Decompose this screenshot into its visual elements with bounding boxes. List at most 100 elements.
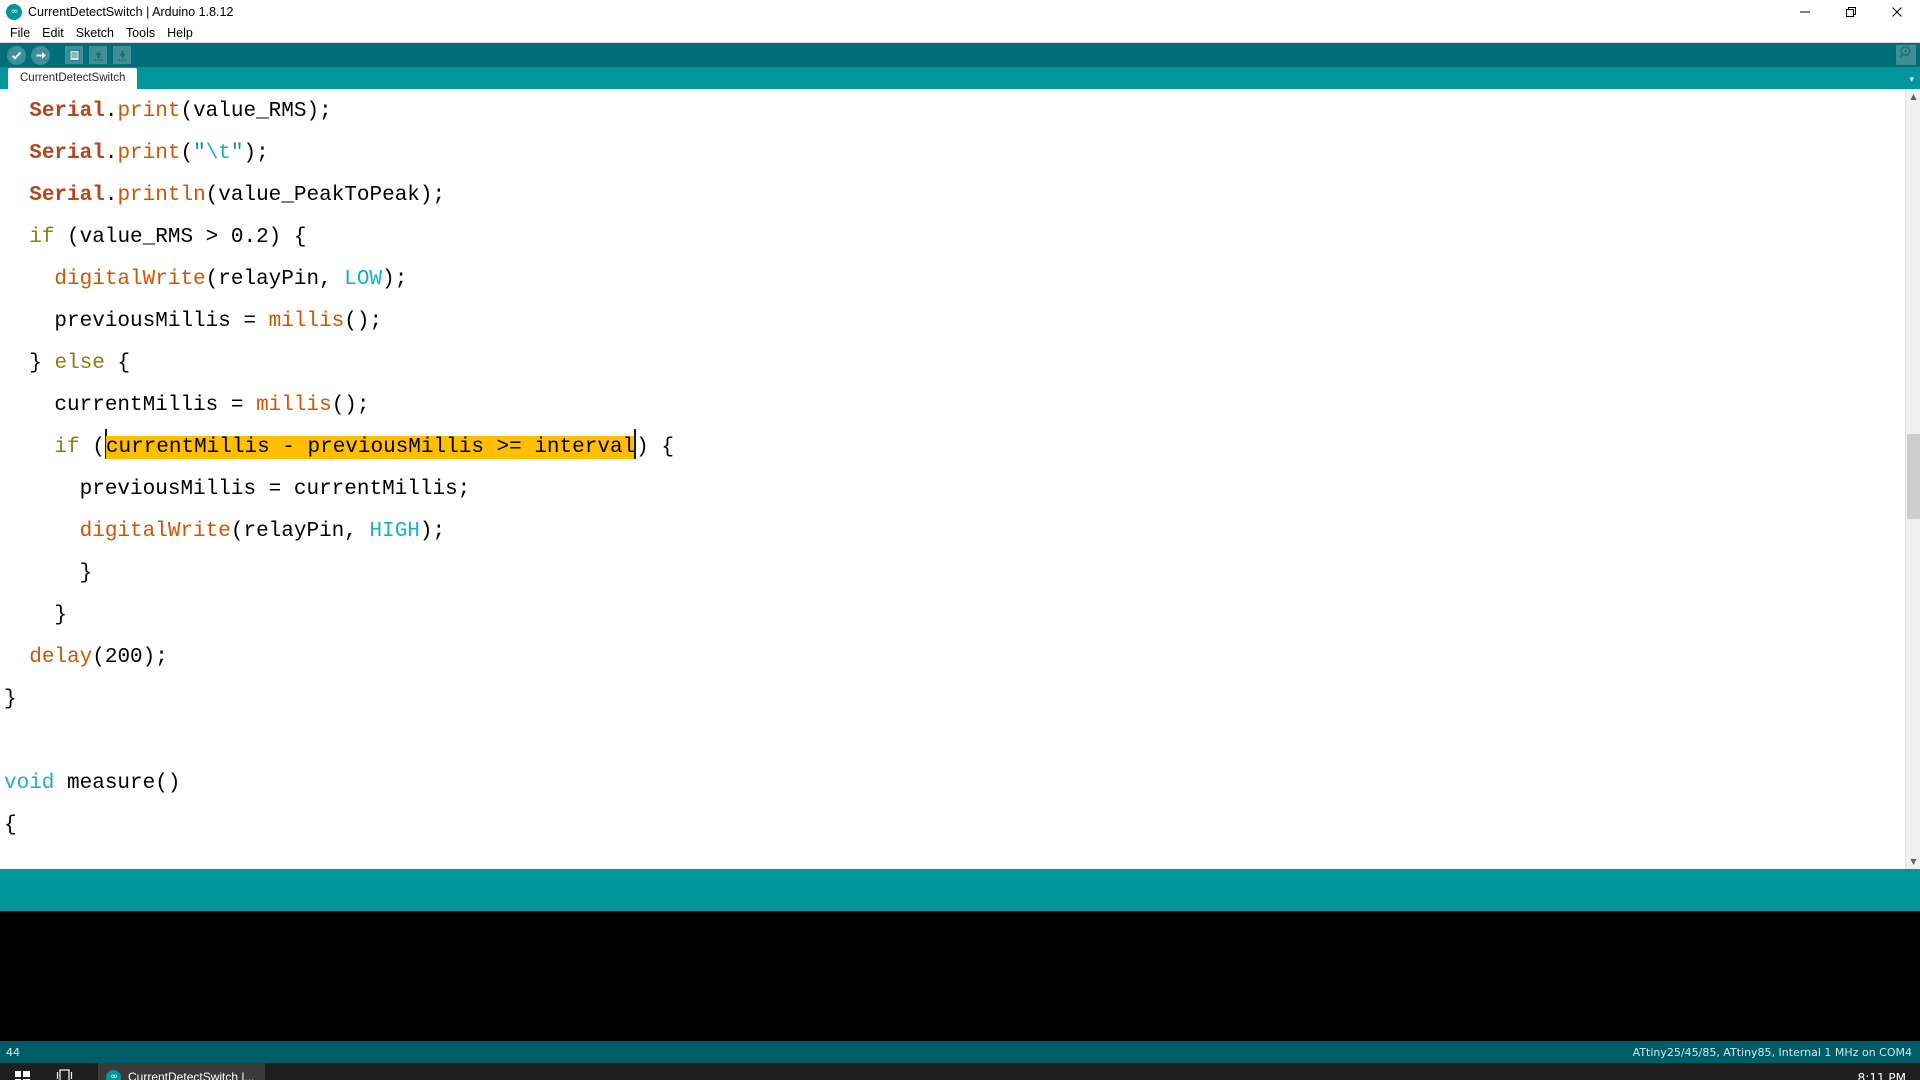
arduino-ide-window: ∞ CurrentDetectSwitch | Arduino 1.8.12 F… [0, 0, 1920, 1080]
arrow-up-icon [89, 46, 107, 64]
code-token: digitalWrite [54, 268, 206, 291]
console-status-strip [0, 869, 1920, 911]
minimize-button[interactable] [1782, 0, 1828, 24]
window-title: CurrentDetectSwitch | Arduino 1.8.12 [28, 5, 234, 19]
code-token: ); [243, 142, 269, 165]
close-button[interactable] [1874, 0, 1920, 24]
code-token: Serial [29, 184, 105, 207]
code-line[interactable]: delay(200); [4, 637, 1920, 679]
code-token: if [54, 436, 80, 459]
menu-item-sketch[interactable]: Sketch [70, 24, 120, 43]
scroll-down-icon[interactable]: ▼ [1906, 854, 1920, 869]
serial-monitor-button[interactable] [1896, 45, 1916, 65]
code-token: LOW [344, 268, 383, 291]
start-button[interactable] [0, 1063, 44, 1080]
code-token: println [117, 184, 206, 207]
code-token: digitalWrite [79, 520, 231, 543]
scroll-up-icon[interactable]: ▲ [1906, 89, 1920, 104]
code-token: } [79, 562, 93, 585]
code-token: (value_PeakToPeak); [205, 184, 446, 207]
arrow-right-icon [30, 45, 50, 65]
code-token: ) [636, 436, 649, 459]
task-view-button[interactable] [44, 1063, 84, 1080]
code-token: { [4, 814, 17, 837]
taskbar-item-label: CurrentDetectSwitch |... [128, 1070, 255, 1080]
upload-button[interactable] [28, 44, 52, 66]
code-token: (relayPin, [230, 520, 370, 543]
code-token: " [230, 142, 244, 165]
new-sketch-button[interactable] [62, 44, 86, 66]
code-token: currentMillis = [54, 394, 257, 417]
code-token: previousMillis = currentMillis; [79, 478, 471, 501]
menu-item-edit[interactable]: Edit [36, 24, 70, 43]
taskbar-item-arduino[interactable]: ∞ CurrentDetectSwitch |... [98, 1063, 265, 1080]
code-line[interactable]: currentMillis = millis(); [4, 385, 1920, 427]
tab-strip: CurrentDetectSwitch ▾ [0, 67, 1920, 89]
code-token: millis [268, 310, 345, 333]
taskbar-clock[interactable]: 8:11 PM [1858, 1071, 1906, 1080]
code-token: HIGH [369, 520, 420, 543]
scrollbar-thumb[interactable] [1907, 434, 1920, 519]
title-bar: ∞ CurrentDetectSwitch | Arduino 1.8.12 [0, 0, 1920, 24]
menu-item-tools[interactable]: Tools [120, 24, 161, 43]
code-line[interactable]: void measure() [4, 763, 1920, 805]
code-line[interactable]: } else { [4, 343, 1920, 385]
code-line[interactable]: digitalWrite(relayPin, LOW); [4, 259, 1920, 301]
code-token: print [117, 100, 181, 123]
code-token: (); [331, 394, 370, 417]
arduino-infinity-icon: ∞ [106, 1069, 121, 1080]
code-line[interactable]: previousMillis = currentMillis; [4, 469, 1920, 511]
code-token: . [104, 142, 118, 165]
code-token: \t [205, 142, 231, 165]
code-line[interactable]: Serial.print(value_RMS); [4, 91, 1920, 133]
save-sketch-button[interactable] [110, 44, 134, 66]
editor-vertical-scrollbar[interactable]: ▲ ▼ [1905, 89, 1920, 869]
code-token: ); [419, 520, 446, 543]
windows-logo-icon [14, 1070, 30, 1080]
code-line[interactable]: } [4, 679, 1920, 721]
code-token: Serial [29, 100, 105, 123]
verify-button[interactable] [4, 44, 28, 66]
menu-item-file[interactable]: File [4, 24, 36, 43]
code-line[interactable]: previousMillis = millis(); [4, 301, 1920, 343]
windows-taskbar: ∞ CurrentDetectSwitch |... 8:11 PM [0, 1063, 1920, 1080]
open-sketch-button[interactable] [86, 44, 110, 66]
code-token: (); [344, 310, 383, 333]
toolbar [0, 43, 1920, 67]
code-line[interactable]: { [4, 805, 1920, 847]
code-token: measure() [54, 772, 181, 795]
code-token: } [4, 688, 17, 711]
code-line[interactable]: if (value_RMS > 0.2) { [4, 217, 1920, 259]
code-line[interactable]: Serial.print("\t"); [4, 133, 1920, 175]
task-view-icon [56, 1068, 73, 1080]
console-output[interactable] [0, 911, 1920, 1041]
new-file-icon [65, 46, 83, 64]
code-token: . [104, 100, 118, 123]
tab-currentdetectswitch[interactable]: CurrentDetectSwitch [8, 68, 138, 89]
code-token: { [104, 352, 131, 375]
maximize-button[interactable] [1828, 0, 1874, 24]
code-line[interactable]: } [4, 553, 1920, 595]
code-token: " [193, 142, 206, 165]
tab-overflow-icon[interactable]: ▾ [1909, 75, 1914, 85]
selected-text[interactable]: currentMillis - previousMillis >= interv… [105, 436, 636, 459]
code-line[interactable]: Serial.println(value_PeakToPeak); [4, 175, 1920, 217]
code-line[interactable]: digitalWrite(relayPin, HIGH); [4, 511, 1920, 553]
menu-item-help[interactable]: Help [161, 24, 199, 43]
code-token: else [54, 352, 105, 375]
code-token: print [117, 142, 181, 165]
code-token: (200); [92, 646, 168, 669]
code-line[interactable]: if (currentMillis - previousMillis >= in… [4, 427, 1920, 469]
arduino-infinity-icon: ∞ [6, 4, 22, 20]
code-token: previousMillis = [54, 310, 269, 333]
code-token: Serial [29, 142, 105, 165]
code-line[interactable]: } [4, 595, 1920, 637]
code-editor[interactable]: Serial.print(value_RMS); Serial.print("\… [0, 89, 1920, 869]
code-token: void [4, 772, 55, 795]
code-token: ); [382, 268, 408, 291]
code-token: } [54, 604, 68, 627]
code-line[interactable] [4, 721, 1920, 763]
code-content[interactable]: Serial.print(value_RMS); Serial.print("\… [0, 89, 1920, 847]
code-token: delay [29, 646, 93, 669]
status-bar: 44 ATtiny25/45/85, ATtiny85, Internal 1 … [0, 1041, 1920, 1063]
